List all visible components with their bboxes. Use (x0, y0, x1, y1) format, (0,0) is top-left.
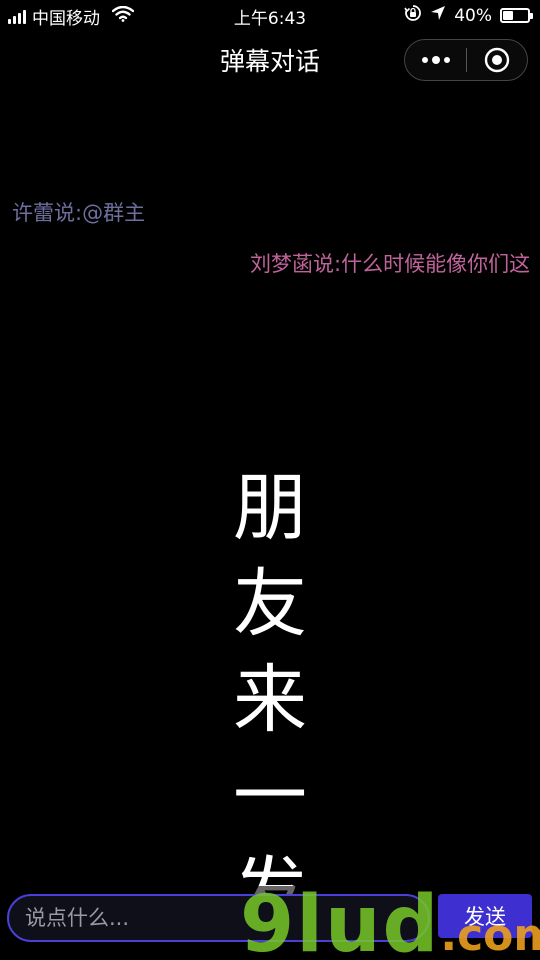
big-char: 一 (233, 753, 307, 839)
more-dots-icon[interactable] (405, 40, 466, 80)
message-input[interactable] (7, 894, 430, 942)
battery-percent: 40% (454, 5, 492, 26)
danmaku-item: 许蕾说:@群主 (12, 201, 146, 225)
status-bar: 中国移动 上午6:43 40% (0, 0, 540, 30)
big-char: 朋 (233, 465, 307, 551)
miniprogram-capsule (404, 39, 528, 81)
status-right: 40% (404, 4, 533, 27)
location-arrow-icon (430, 5, 446, 26)
danmaku-screen: 中国移动 上午6:43 40% 弹幕对话 许蕾说:@群主 刘梦菡说:什么时候能像… (0, 0, 540, 960)
battery-level (503, 11, 513, 20)
orientation-lock-icon (404, 4, 422, 27)
big-char: 来 (233, 657, 307, 743)
big-char: 友 (233, 561, 307, 647)
send-button[interactable]: 发送 (438, 894, 532, 938)
close-target-icon[interactable] (467, 40, 527, 80)
battery-icon (500, 8, 533, 23)
nav-bar: 弹幕对话 (0, 30, 540, 88)
input-bar: 发送 (0, 886, 540, 960)
danmaku-item: 刘梦菡说:什么时候能像你们这 (250, 252, 531, 276)
big-vertical-text: 朋 友 来 一 发 (230, 460, 310, 940)
